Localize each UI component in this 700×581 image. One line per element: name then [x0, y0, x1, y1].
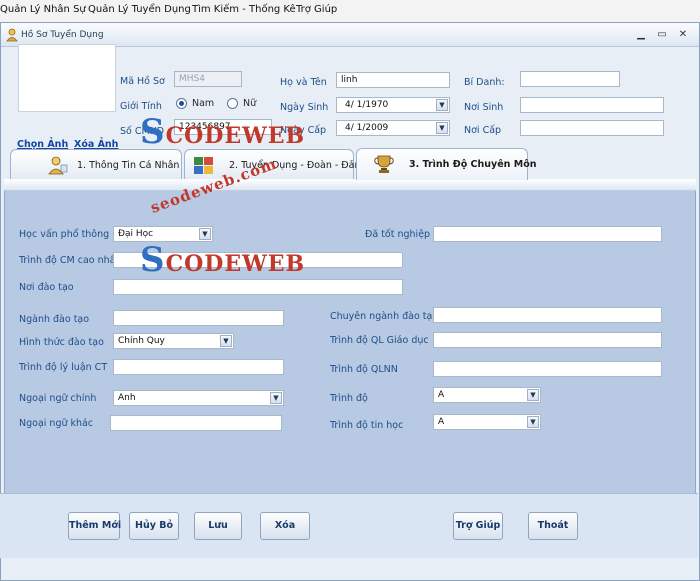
- ngoai-ngu-khac-label: Ngoại ngữ khác: [19, 418, 94, 429]
- trinh-do-label: Trình độ: [330, 393, 368, 404]
- tab-thong-tin-ca-nhan-label: 1. Thông Tin Cá Nhân: [77, 160, 180, 171]
- menu-tro-giup[interactable]: Trợ Giúp: [296, 4, 337, 15]
- chuyen-nganh-field[interactable]: [433, 307, 662, 323]
- photo-box[interactable]: [18, 44, 116, 112]
- tab-trinh-do-chuyen-mon[interactable]: 3. Trình Độ Chuyên Môn: [356, 148, 536, 180]
- menu-tim-kiem-thong-ke[interactable]: Tìm Kiếm - Thống Kê: [192, 4, 296, 15]
- hoc-van-value: Đại Học: [118, 229, 154, 239]
- user-icon: [6, 28, 18, 42]
- ql-giao-duc-field[interactable]: [433, 332, 662, 348]
- tab-tuyen-dung-doan-dang-label: 2. Tuyển Dụng - Đoàn - Đảng: [229, 160, 367, 171]
- thoat-button[interactable]: Thoát: [528, 512, 578, 540]
- tab-tuyen-dung-doan-dang[interactable]: 2. Tuyển Dụng - Đoàn - Đảng: [184, 149, 367, 179]
- gender-nu-radio[interactable]: [227, 98, 238, 109]
- menubar: Quản Lý Nhân Sự Quản Lý Tuyển Dụng Tìm K…: [0, 0, 700, 22]
- ngay-sinh-value: 4/ 1/1970: [345, 100, 389, 110]
- hoc-van-select[interactable]: Đại Học ▼: [113, 226, 213, 242]
- restore-icon[interactable]: ▭: [655, 29, 669, 41]
- ma-ho-so-field: MHS4: [174, 71, 242, 87]
- noi-cap-field[interactable]: [520, 120, 664, 136]
- chevron-down-icon[interactable]: ▼: [527, 416, 539, 428]
- huy-bo-button[interactable]: Hủy Bỏ: [129, 512, 179, 540]
- hinh-thuc-label: Hình thức đào tạo: [19, 337, 104, 348]
- trinh-do-cm-field[interactable]: [113, 252, 403, 268]
- bi-danh-label: Bí Danh:: [464, 77, 505, 88]
- ngoai-ngu-khac-field[interactable]: [110, 415, 282, 431]
- hinh-thuc-value: Chính Quy: [118, 336, 165, 346]
- noi-dao-tao-label: Nơi đào tạo: [19, 282, 74, 293]
- chevron-down-icon[interactable]: ▼: [436, 99, 448, 111]
- luu-button[interactable]: Lưu: [194, 512, 242, 540]
- ngay-cap-picker[interactable]: 4/ 1/2009 ▼: [336, 120, 450, 136]
- qlnn-field[interactable]: [433, 361, 662, 377]
- ngoai-ngu-chinh-select[interactable]: Anh ▼: [113, 390, 284, 406]
- ngay-sinh-picker[interactable]: 4/ 1/1970 ▼: [336, 97, 450, 113]
- noi-sinh-field[interactable]: [520, 97, 664, 113]
- group-icon: [194, 157, 213, 174]
- menu-quan-ly-nhan-su[interactable]: Quản Lý Nhân Sự: [0, 4, 86, 15]
- gender-nam-label: Nam: [192, 98, 215, 109]
- tab-thong-tin-ca-nhan[interactable]: 1. Thông Tin Cá Nhân: [10, 149, 182, 179]
- bi-danh-field[interactable]: [520, 71, 620, 87]
- nganh-dao-tao-label: Ngành đào tạo: [19, 314, 90, 325]
- chevron-down-icon[interactable]: ▼: [270, 392, 282, 404]
- ngoai-ngu-chinh-label: Ngoại ngữ chính: [19, 393, 97, 404]
- gender-nam-radio[interactable]: [176, 98, 187, 109]
- tab-trinh-do-chuyen-mon-label: 3. Trình Độ Chuyên Môn: [409, 159, 537, 170]
- ho-ten-field[interactable]: linh: [336, 72, 450, 88]
- tro-giup-button[interactable]: Trợ Giúp: [453, 512, 503, 540]
- chevron-down-icon[interactable]: ▼: [436, 122, 448, 134]
- so-cmnd-label: Số CMND: [120, 126, 165, 137]
- ho-ten-label: Họ và Tên: [280, 77, 327, 88]
- ql-giao-duc-label: Trình độ QL Giáo dục: [330, 335, 429, 346]
- chevron-down-icon[interactable]: ▼: [199, 228, 211, 240]
- da-tot-nghiep-label: Đã tốt nghiệp: [365, 229, 431, 240]
- menu-quan-ly-tuyen-dung[interactable]: Quản Lý Tuyển Dụng: [88, 4, 191, 15]
- person-icon: [48, 156, 68, 175]
- them-moi-button[interactable]: Thêm Mới: [68, 512, 121, 540]
- close-icon[interactable]: ✕: [676, 29, 690, 41]
- ngay-cap-label: Ngày Cấp: [280, 125, 327, 136]
- minimize-icon[interactable]: ▁: [634, 29, 648, 41]
- tin-hoc-label: Trình độ tin học: [330, 420, 404, 431]
- nganh-dao-tao-field[interactable]: [113, 310, 284, 326]
- panel-header-strip: [4, 179, 696, 191]
- noi-cap-label: Nơi Cấp: [464, 125, 502, 136]
- noi-dao-tao-field[interactable]: [113, 279, 403, 295]
- ly-luan-field[interactable]: [113, 359, 284, 375]
- qlnn-label: Trình độ QLNN: [330, 364, 398, 375]
- ngay-cap-value: 4/ 1/2009: [345, 123, 389, 133]
- chevron-down-icon[interactable]: ▼: [220, 335, 232, 347]
- ma-ho-so-label: Mã Hồ Sơ: [120, 76, 165, 87]
- chuyen-nganh-label: Chuyên ngành đào tạo: [330, 311, 439, 322]
- tin-hoc-select[interactable]: A ▼: [433, 414, 541, 430]
- tin-hoc-value: A: [438, 417, 445, 427]
- chevron-down-icon[interactable]: ▼: [527, 389, 539, 401]
- window-title: Hồ Sơ Tuyển Dụng: [21, 30, 104, 40]
- hinh-thuc-select[interactable]: Chính Quy ▼: [113, 333, 234, 349]
- da-tot-nghiep-field[interactable]: [433, 226, 662, 242]
- ngay-sinh-label: Ngày Sinh: [280, 102, 329, 113]
- hoc-van-label: Học vấn phổ thông: [19, 229, 110, 240]
- xoa-button[interactable]: Xóa: [260, 512, 310, 540]
- gioi-tinh-label: Giới Tính: [120, 101, 162, 112]
- trinh-do-select[interactable]: A ▼: [433, 387, 541, 403]
- so-cmnd-field[interactable]: 123456897: [174, 119, 272, 135]
- ngoai-ngu-chinh-value: Anh: [118, 393, 136, 403]
- trophy-icon: [374, 155, 394, 173]
- trinh-do-cm-label: Trình độ CM cao nhất: [19, 255, 120, 266]
- ly-luan-label: Trình độ lý luận CT: [19, 362, 108, 373]
- trinh-do-value: A: [438, 390, 445, 400]
- noi-sinh-label: Nơi Sinh: [464, 102, 504, 113]
- gender-nu-label: Nữ: [243, 98, 257, 109]
